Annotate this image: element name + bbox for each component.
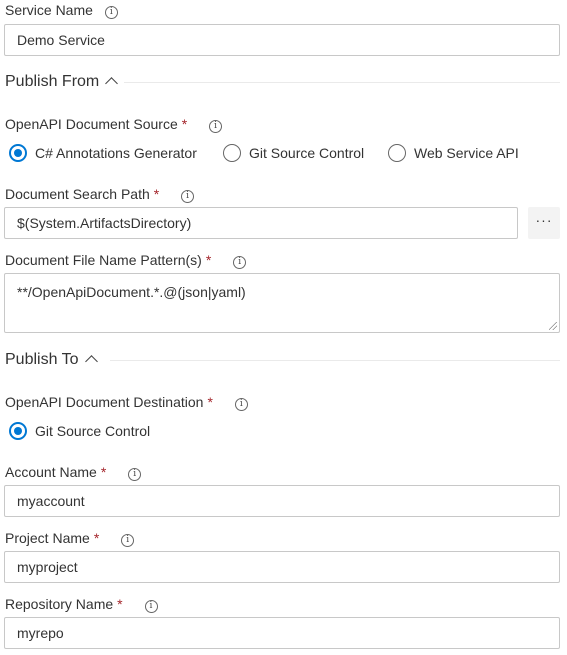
file-pattern-textarea[interactable]: **/OpenApiDocument.*.@(json|yaml) [4,273,560,333]
repository-name-input[interactable]: myrepo [4,617,560,649]
file-pattern-label-text: Document File Name Pattern(s) [5,252,202,268]
project-name-input[interactable]: myproject [4,551,560,583]
info-icon[interactable]: i [181,190,195,203]
radio-unselected-icon[interactable] [223,144,241,162]
required-mark: * [93,530,100,546]
account-name-label: Account Name * i [5,464,142,481]
publish-from-title: Publish From [5,73,100,90]
document-destination-label: OpenAPI Document Destination * i [5,394,248,411]
service-name-label-text: Service Name [5,2,93,18]
search-path-label: Document Search Path * i [5,186,195,203]
account-name-input[interactable]: myaccount [4,485,560,517]
info-icon[interactable]: i [234,398,248,411]
account-name-label-text: Account Name [5,464,97,480]
required-mark: * [100,464,107,480]
info-icon[interactable]: i [121,534,135,547]
chevron-up-icon [84,355,98,368]
file-pattern-value: **/OpenApiDocument.*.@(json|yaml) [17,284,246,300]
search-path-label-text: Document Search Path [5,186,150,202]
resize-grip-icon[interactable] [549,322,557,330]
repository-name-label: Repository Name * i [5,596,158,613]
info-icon[interactable]: i [144,600,158,613]
publish-from-header[interactable]: Publish From [5,73,119,91]
info-icon[interactable]: i [233,256,247,269]
chevron-up-icon [105,77,119,90]
radio-git-source-control-destination[interactable]: Git Source Control [9,422,150,440]
service-name-input[interactable]: Demo Service [4,24,560,56]
search-path-input[interactable]: $(System.ArtifactsDirectory) [4,207,518,239]
file-pattern-label: Document File Name Pattern(s) * i [5,252,247,269]
required-mark: * [205,252,212,268]
divider [110,360,560,361]
project-name-label: Project Name * i [5,530,135,547]
radio-label: Web Service API [414,145,519,161]
publish-to-header[interactable]: Publish To [5,351,98,369]
document-destination-label-text: OpenAPI Document Destination [5,394,204,410]
info-icon[interactable]: i [128,468,142,481]
radio-unselected-icon[interactable] [388,144,406,162]
project-name-label-text: Project Name [5,530,90,546]
radio-label: Git Source Control [249,145,365,161]
required-mark: * [153,186,160,202]
browse-button[interactable]: ··· [528,207,560,239]
radio-web-service-api[interactable]: Web Service API [388,144,519,162]
required-mark: * [117,596,123,612]
info-icon[interactable]: i [209,120,223,133]
service-name-label: Service Name i [5,2,118,19]
divider [124,82,560,83]
repository-name-label-text: Repository Name [5,596,114,612]
radio-selected-icon[interactable] [9,422,27,440]
radio-selected-icon[interactable] [9,144,27,162]
required-mark: * [181,116,188,132]
document-source-label-text: OpenAPI Document Source [5,116,178,132]
publish-to-title: Publish To [5,351,79,368]
radio-git-source-control[interactable]: Git Source Control [223,144,364,162]
radio-label: C# Annotations Generator [35,145,197,161]
info-icon[interactable]: i [104,6,118,19]
document-source-label: OpenAPI Document Source * i [5,116,223,133]
required-mark: * [207,394,213,410]
radio-csharp-annotations[interactable]: C# Annotations Generator [9,144,197,162]
radio-label: Git Source Control [35,423,151,439]
